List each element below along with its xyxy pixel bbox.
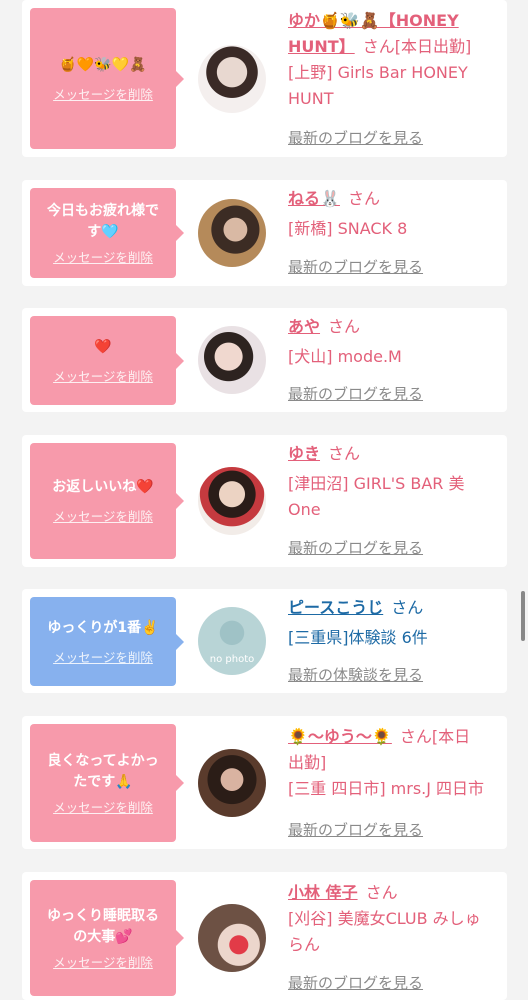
message-bubble: ゆっくりが1番✌️ メッセージを削除 xyxy=(30,597,184,686)
message-card: ❤️ メッセージを削除 あや さん [犬山] mode.M 最新のブログを見る xyxy=(22,308,507,412)
shop-info: [新橋] SNACK 8 xyxy=(288,219,408,238)
avatar[interactable]: no photo xyxy=(198,607,266,675)
message-text: ❤️ xyxy=(94,338,112,355)
message-bubble: 良くなってよかっ たです🙏 メッセージを削除 xyxy=(30,724,184,842)
message-text: ゆっくりが1番✌️ xyxy=(47,619,159,636)
honorific: さん xyxy=(365,883,398,902)
avatar[interactable] xyxy=(198,326,266,394)
avatar[interactable] xyxy=(198,467,266,535)
status-badge-cont: 出勤] xyxy=(288,753,327,772)
honorific: さん xyxy=(347,189,380,208)
shop-info-cont: らん xyxy=(288,935,321,954)
shop-info: [犬山] mode.M xyxy=(288,347,402,366)
message-text: ゆっくり睡眠取る xyxy=(47,907,159,924)
message-bubble: ゆっくり睡眠取る の大事💕 メッセージを削除 xyxy=(30,880,184,996)
shop-info-cont: HUNT xyxy=(288,89,334,108)
honorific: さん xyxy=(391,598,424,617)
cast-name-link[interactable]: 小林 倖子 xyxy=(288,883,358,902)
message-card: お返しいいね❤️ メッセージを削除 ゆき さん [津田沼] GIRL'S BAR … xyxy=(22,435,507,567)
message-bubble: 🍯🧡🐝💛🧸 メッセージを削除 xyxy=(30,8,184,149)
avatar[interactable] xyxy=(198,45,266,113)
message-bubble: お返しいいね❤️ メッセージを削除 xyxy=(30,443,184,559)
cast-name-link[interactable]: 🌻〜ゆう〜🌻 xyxy=(288,727,392,746)
message-text: 良くなってよかっ xyxy=(47,752,159,769)
message-text-cont: す🩵 xyxy=(87,223,119,240)
honorific: さん xyxy=(362,37,395,56)
cast-name-link[interactable]: あや xyxy=(288,317,320,336)
shop-info: [上野] Girls Bar HONEY xyxy=(288,63,468,82)
honorific: さん xyxy=(399,727,432,746)
latest-blog-link[interactable]: 最新のブログを見る xyxy=(288,537,423,558)
message-text: 🍯🧡🐝💛🧸 xyxy=(59,56,147,73)
cast-name-link[interactable]: ねる🐰 xyxy=(288,189,340,208)
avatar[interactable] xyxy=(198,904,266,972)
delete-message-link[interactable]: メッセージを削除 xyxy=(53,247,153,266)
user-name-link[interactable]: ピースこうじ xyxy=(288,598,383,617)
message-text: お返しいいね❤️ xyxy=(52,479,154,495)
no-photo-label: no photo xyxy=(209,654,255,665)
cast-name-link[interactable]: ゆき xyxy=(288,444,320,463)
shop-info: [三重 四日市] mrs.J 四日市 xyxy=(288,779,485,798)
latest-blog-link[interactable]: 最新のブログを見る xyxy=(288,972,423,993)
shop-info: [刈谷] 美魔女CLUB みしゅ xyxy=(288,909,481,928)
message-card: 🍯🧡🐝💛🧸 メッセージを削除 ゆか🍯🐝🧸【HONEY HUNT】 さん[本日出勤]… xyxy=(22,0,507,157)
status-badge: [本日出勤] xyxy=(394,37,472,56)
scrollbar[interactable] xyxy=(521,591,525,641)
delete-message-link[interactable]: メッセージを削除 xyxy=(53,797,153,816)
latest-blog-link[interactable]: 最新のブログを見る xyxy=(288,127,423,148)
message-card: ゆっくりが1番✌️ メッセージを削除 no photo ピースこうじ さん [三重… xyxy=(22,589,507,693)
shop-info: [津田沼] GIRL'S BAR 美 xyxy=(288,474,465,493)
message-card: 今日もお疲れ様で す🩵 メッセージを削除 ねる🐰 さん [新橋] SNACK 8 … xyxy=(22,180,507,286)
message-bubble: ❤️ メッセージを削除 xyxy=(30,316,184,405)
delete-message-link[interactable]: メッセージを削除 xyxy=(53,366,153,385)
message-card: 良くなってよかっ たです🙏 メッセージを削除 🌻〜ゆう〜🌻 さん[本日 出勤] [… xyxy=(22,716,507,849)
latest-blog-link[interactable]: 最新のブログを見る xyxy=(288,383,423,404)
cast-name-link-cont[interactable]: HUNT】 xyxy=(288,37,355,56)
delete-message-link[interactable]: メッセージを削除 xyxy=(53,647,153,666)
message-text: 今日もお疲れ様で xyxy=(47,202,159,219)
honorific: さん xyxy=(328,317,361,336)
cast-name-link[interactable]: ゆか🍯🐝🧸【HONEY xyxy=(288,11,459,30)
latest-review-link[interactable]: 最新の体験談を見る xyxy=(288,664,423,685)
delete-message-link[interactable]: メッセージを削除 xyxy=(53,506,153,525)
delete-message-link[interactable]: メッセージを削除 xyxy=(53,952,153,971)
latest-blog-link[interactable]: 最新のブログを見る xyxy=(288,819,423,840)
message-text-cont: たです🙏 xyxy=(73,773,133,790)
message-text-cont: の大事💕 xyxy=(73,928,133,945)
shop-info-cont: One xyxy=(288,500,321,519)
message-card: ゆっくり睡眠取る の大事💕 メッセージを削除 小林 倖子 さん [刈谷] 美魔女C… xyxy=(22,872,507,1000)
avatar[interactable] xyxy=(198,199,266,267)
status-badge: [本日 xyxy=(431,727,471,746)
honorific: さん xyxy=(328,444,361,463)
delete-message-link[interactable]: メッセージを削除 xyxy=(53,84,153,103)
review-info: [三重県]体験談 6件 xyxy=(288,628,428,647)
message-bubble: 今日もお疲れ様で す🩵 メッセージを削除 xyxy=(30,188,184,278)
avatar[interactable] xyxy=(198,749,266,817)
latest-blog-link[interactable]: 最新のブログを見る xyxy=(288,256,423,277)
